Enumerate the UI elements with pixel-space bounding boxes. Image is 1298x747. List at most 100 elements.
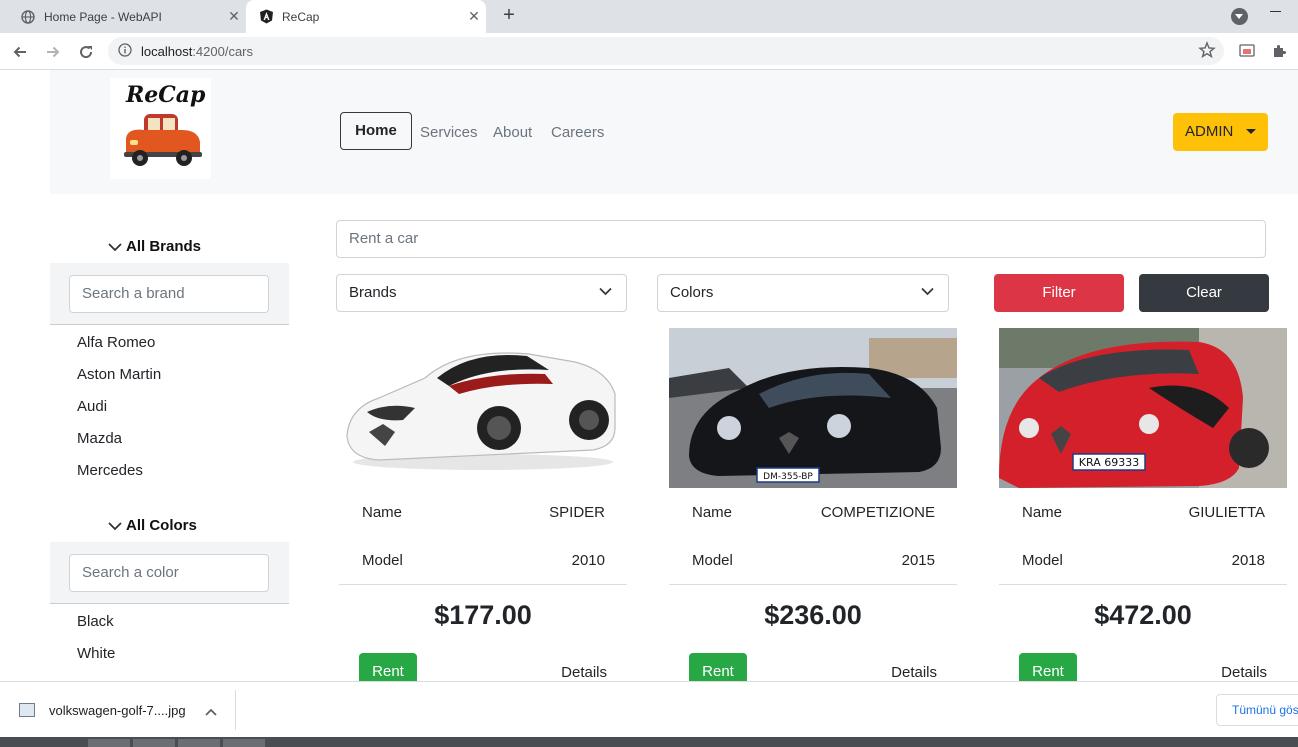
car-name: SPIDER <box>549 504 605 521</box>
car-model: 2018 <box>1231 552 1265 569</box>
name-row: Name SPIDER <box>362 504 605 521</box>
caret-down-icon <box>1246 129 1256 134</box>
car-photo[interactable] <box>339 328 627 488</box>
color-item[interactable]: White <box>77 645 115 662</box>
car-price: $177.00 <box>434 600 532 630</box>
close-tab-icon[interactable]: ✕ <box>462 8 486 25</box>
tab-title: Home Page - WebAPI <box>44 9 162 24</box>
angular-icon <box>258 9 274 25</box>
taskbar-app[interactable] <box>178 739 220 747</box>
colors-select[interactable]: Colors <box>657 274 949 312</box>
taskbar-app[interactable] <box>133 739 175 747</box>
details-link[interactable]: Details <box>561 664 607 681</box>
tab-title: ReCap <box>282 9 320 24</box>
car-model: 2010 <box>571 552 605 569</box>
car-price: $236.00 <box>764 600 862 630</box>
tab-strip: Home Page - WebAPI ✕ ReCap ✕ + <box>0 0 1298 33</box>
media-icon[interactable] <box>1237 41 1257 61</box>
reload-icon[interactable] <box>74 40 98 64</box>
colors-heading-text: All Colors <box>126 517 197 534</box>
nav-about-link[interactable]: About <box>493 124 532 141</box>
brands-heading-text: All Brands <box>126 238 202 255</box>
extensions-puzzle-icon[interactable] <box>1269 41 1289 61</box>
rent-search-input[interactable]: Rent a car <box>336 220 1266 258</box>
model-label: Model <box>362 552 403 569</box>
color-search-box: Search a color <box>50 542 289 604</box>
chevron-down-icon <box>108 521 122 530</box>
details-link[interactable]: Details <box>1221 664 1267 681</box>
taskbar-app[interactable] <box>223 739 265 747</box>
brands-select[interactable]: Brands <box>336 274 627 312</box>
car-card: DM-355-BP Name COMPETIZIONE Model 2015 $… <box>669 328 957 681</box>
site-navbar: ReCap Home Services About Careers ADMIN <box>50 70 1298 194</box>
info-icon[interactable] <box>118 43 132 62</box>
browser-toolbar: localhost:4200/cars <box>0 33 1298 70</box>
name-row: Name GIULIETTA <box>1022 504 1265 521</box>
divider <box>235 690 236 730</box>
nav-home-link[interactable]: Home <box>340 112 412 150</box>
bookmark-star-icon[interactable] <box>1198 41 1216 64</box>
car-name: COMPETIZIONE <box>820 504 935 521</box>
brand-search-box: Search a brand <box>50 263 289 325</box>
recap-logo[interactable]: ReCap <box>110 78 211 179</box>
details-link[interactable]: Details <box>891 664 937 681</box>
taskbar-app[interactable] <box>88 739 130 747</box>
brand-item[interactable]: Audi <box>77 398 107 415</box>
brand-search-input[interactable]: Search a brand <box>69 275 269 313</box>
close-tab-icon[interactable]: ✕ <box>222 8 246 25</box>
divider <box>999 584 1287 585</box>
nav-services-link[interactable]: Services <box>420 124 478 141</box>
name-label: Name <box>692 504 733 521</box>
color-search-input[interactable]: Search a color <box>69 554 269 592</box>
divider <box>339 584 627 585</box>
colors-heading[interactable]: All Colors <box>108 517 197 534</box>
brand-item[interactable]: Aston Martin <box>77 366 161 383</box>
globe-icon <box>20 9 36 25</box>
tab-search-icon[interactable] <box>1231 8 1248 25</box>
tab-home-page[interactable]: Home Page - WebAPI ✕ <box>8 0 246 33</box>
tab-recap[interactable]: ReCap ✕ <box>246 0 486 33</box>
brand-item[interactable]: Mercedes <box>77 462 143 479</box>
filter-button[interactable]: Filter <box>994 274 1124 312</box>
minimize-icon[interactable] <box>1270 11 1281 12</box>
car-photo[interactable]: DM-355-BP <box>669 328 957 488</box>
back-icon[interactable] <box>8 40 32 64</box>
nav-careers-link[interactable]: Careers <box>551 124 604 141</box>
car-name: GIULIETTA <box>1188 504 1265 521</box>
rent-button[interactable]: Rent <box>359 653 417 681</box>
chevron-down-icon <box>921 287 934 296</box>
brand-item[interactable]: Alfa Romeo <box>77 334 155 351</box>
image-file-icon <box>19 703 35 717</box>
logo-text: ReCap <box>126 82 206 108</box>
address-bar[interactable]: localhost:4200/cars <box>108 37 1224 65</box>
model-row: Model 2018 <box>1022 552 1265 569</box>
admin-label: ADMIN <box>1185 123 1234 140</box>
clear-button[interactable]: Clear <box>1139 274 1269 312</box>
forward-icon[interactable] <box>41 40 65 64</box>
brands-heading[interactable]: All Brands <box>108 238 201 255</box>
car-card: KRA 69333 Name GIULIETTA Model 2018 $472… <box>999 328 1287 681</box>
show-all-button[interactable]: Tümünü göster <box>1216 694 1298 726</box>
chevron-up-icon[interactable] <box>205 703 217 721</box>
model-row: Model 2010 <box>362 552 605 569</box>
car-photo[interactable]: KRA 69333 <box>999 328 1287 488</box>
name-label: Name <box>362 504 403 521</box>
color-item[interactable]: Black <box>77 613 114 630</box>
rent-button[interactable]: Rent <box>689 653 747 681</box>
download-file-name[interactable]: volkswagen-golf-7....jpg <box>49 703 186 718</box>
chevron-down-icon <box>599 287 612 296</box>
brands-select-value: Brands <box>349 284 397 301</box>
license-plate: KRA 69333 <box>1079 456 1139 469</box>
chevron-down-icon <box>108 242 122 251</box>
admin-dropdown-button[interactable]: ADMIN <box>1173 113 1268 151</box>
brand-item[interactable]: Mazda <box>77 430 122 447</box>
new-tab-icon[interactable]: + <box>498 5 520 27</box>
rent-button[interactable]: Rent <box>1019 653 1077 681</box>
divider <box>669 584 957 585</box>
model-row: Model 2015 <box>692 552 935 569</box>
colors-select-value: Colors <box>670 284 714 301</box>
license-plate: DM-355-BP <box>763 472 813 482</box>
taxi-car-icon <box>124 114 202 166</box>
name-label: Name <box>1022 504 1063 521</box>
url-text: localhost:4200/cars <box>141 44 254 59</box>
